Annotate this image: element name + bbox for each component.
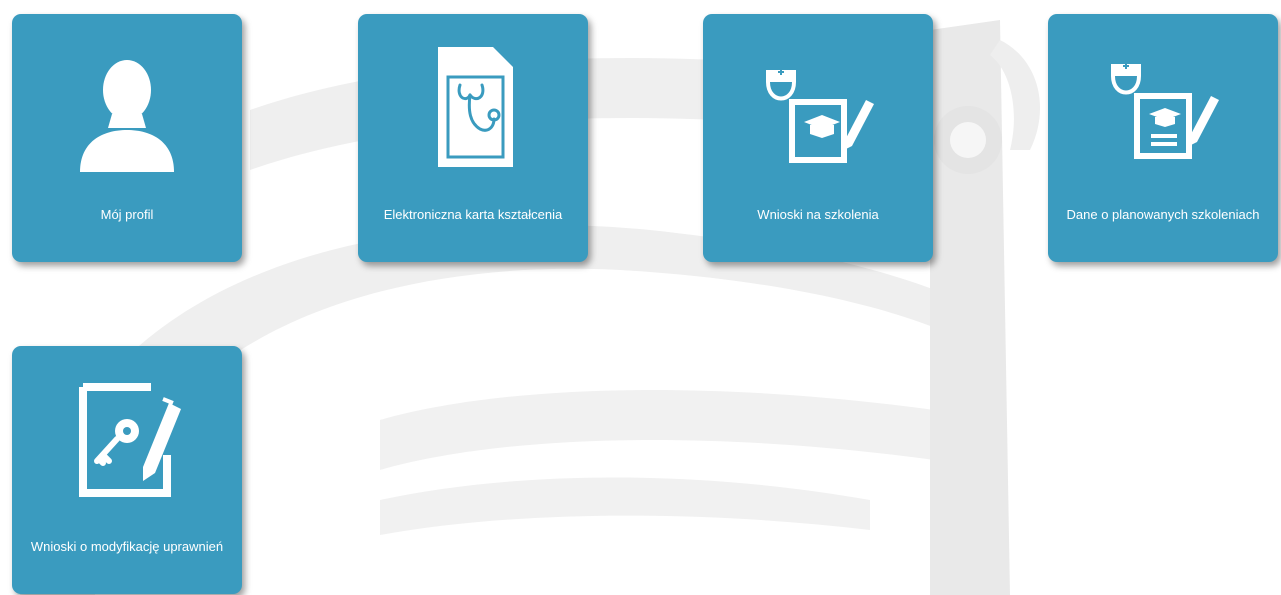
tile-training-applications[interactable]: Wnioski na szkolenia (703, 14, 933, 262)
key-pen-document-icon (12, 364, 242, 514)
tile-label: Elektroniczna karta kształcenia (383, 206, 563, 222)
tile-planned-trainings-data[interactable]: Dane o planowanych szkoleniach (1048, 14, 1278, 262)
nurse-cap-planned-application-icon (1048, 32, 1278, 182)
tile-permission-modification-requests[interactable]: Wnioski o modyfikację uprawnień (12, 346, 242, 594)
cropped-top-text (0, 0, 1281, 4)
tile-label: Dane o planowanych szkoleniach (1066, 206, 1260, 222)
nurse-cap-application-icon (703, 32, 933, 182)
tile-label: Wnioski na szkolenia (757, 206, 879, 222)
stethoscope-card-icon (358, 32, 588, 182)
user-silhouette-icon (12, 32, 242, 182)
tile-label: Wnioski o modyfikację uprawnień (30, 538, 224, 554)
tile-my-profile[interactable]: Mój profil (12, 14, 242, 262)
tile-label: Mój profil (100, 206, 154, 222)
tile-electronic-training-card[interactable]: Elektroniczna karta kształcenia (358, 14, 588, 262)
